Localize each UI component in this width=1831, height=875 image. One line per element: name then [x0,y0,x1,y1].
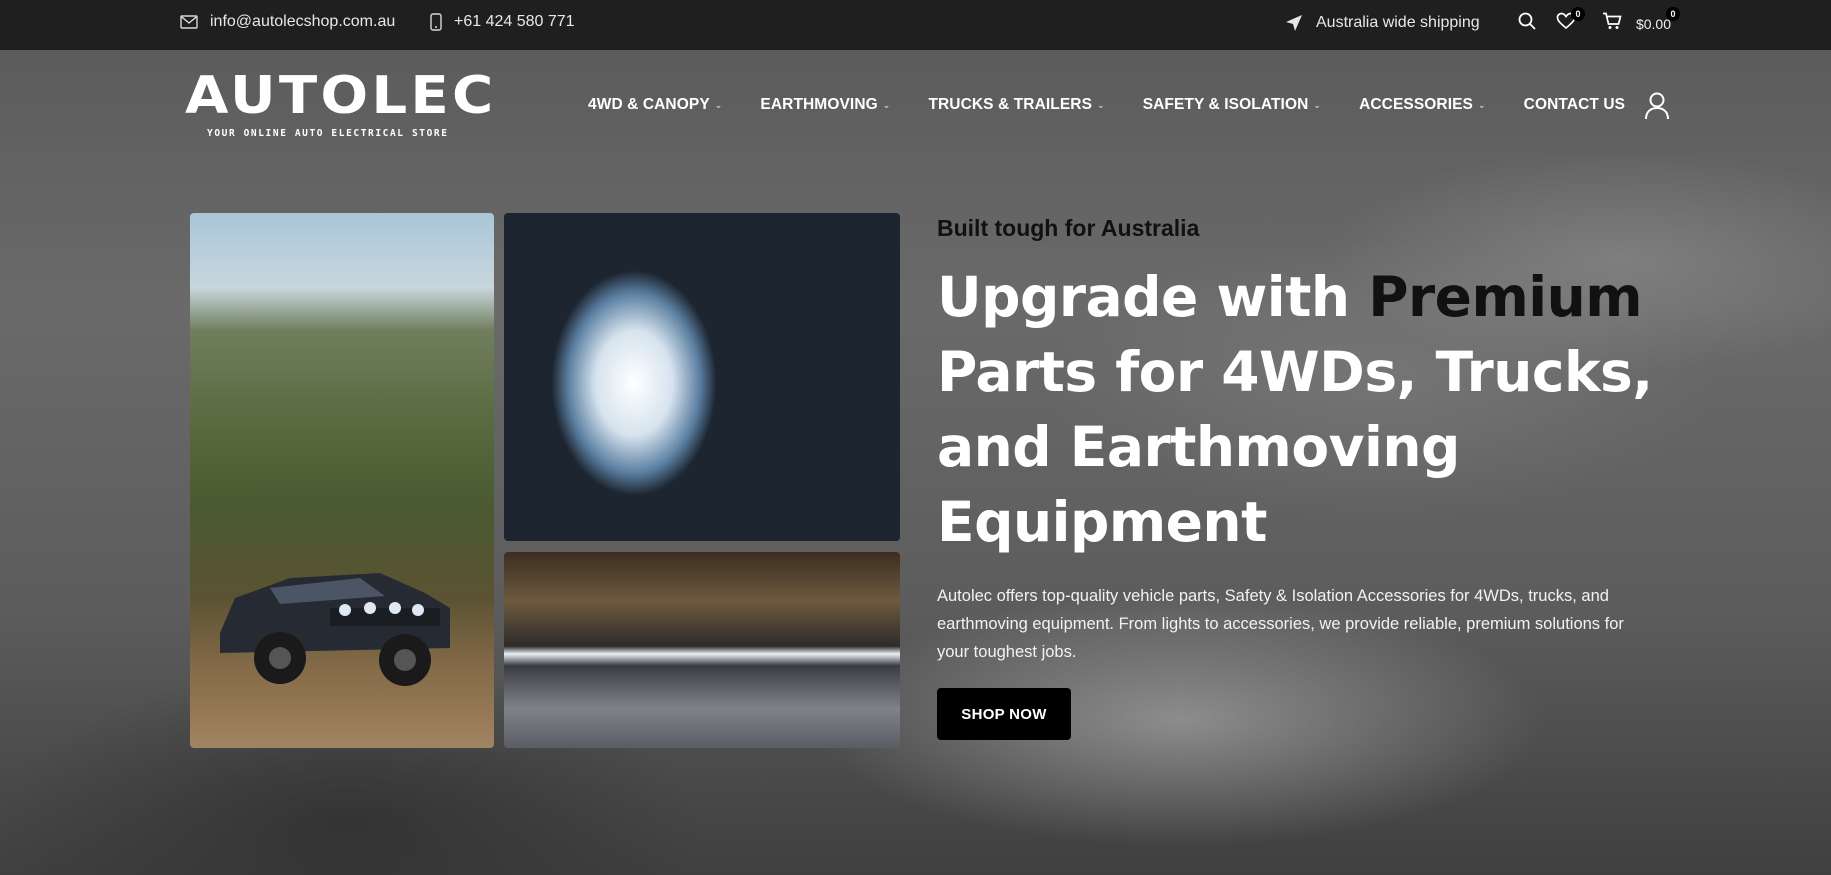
cart-icon [1602,12,1622,35]
shop-now-button[interactable]: SHOP NOW [937,688,1071,740]
hero-headline: Upgrade with Premium Parts for 4WDs, Truc… [937,260,1657,560]
chevron-down-icon: ⌄ [1313,99,1322,110]
location-arrow-icon [1284,13,1304,33]
cart-count-badge: 0 [1666,7,1680,21]
main-nav: 4WD & CANOPY ⌄ EARTHMOVING ⌄ TRUCKS & TR… [588,96,1625,114]
headline-part: Parts for 4WDs, Trucks, and Earthmoving … [937,340,1653,554]
hero-text-block: Built tough for Australia Upgrade with P… [937,215,1657,666]
top-bar: info@autolecshop.com.au +61 424 580 771 … [0,0,1831,50]
nav-item-4wd-canopy[interactable]: 4WD & CANOPY ⌄ [588,96,722,114]
nav-item-label: ACCESSORIES [1359,96,1473,113]
search-icon [1518,12,1536,35]
hero-image-led-light [504,213,900,541]
nav-item-trucks-trailers[interactable]: TRUCKS & TRAILERS ⌄ [928,96,1104,114]
nav-item-safety-isolation[interactable]: SAFETY & ISOLATION ⌄ [1143,96,1321,114]
phone-icon [430,13,442,31]
headline-part: Upgrade with [937,265,1369,329]
nav-item-label: TRUCKS & TRAILERS [928,96,1093,113]
nav-item-label: EARTHMOVING [760,96,878,113]
nav-item-label: 4WD & CANOPY [588,96,710,113]
logo-wordmark: AUTOLEC [185,66,497,126]
user-icon [1644,92,1670,124]
wishlist-count-badge: 0 [1570,7,1585,21]
nav-item-label: SAFETY & ISOLATION [1142,96,1309,113]
shipping-info: Australia wide shipping [1284,13,1480,33]
cart-button[interactable]: 0 $0.00 [1602,7,1680,35]
hero-description: Autolec offers top-quality vehicle parts… [937,587,1624,661]
chevron-down-icon: ⌄ [1097,99,1105,110]
contact-email-text: info@autolecshop.com.au [210,13,396,30]
headline-accent: Premium [1368,265,1643,329]
truck-illustration [220,573,450,686]
search-button[interactable] [1518,12,1536,35]
cart-total: $0.00 [1635,15,1671,32]
account-button[interactable] [1644,92,1670,125]
wishlist-button[interactable]: 0 [1556,7,1585,35]
nav-item-accessories[interactable]: ACCESSORIES ⌄ [1359,96,1486,114]
site-logo[interactable]: AUTOLEC YOUR ONLINE AUTO ELECTRICAL STOR… [185,70,493,139]
contact-email-link[interactable]: info@autolecshop.com.au [180,13,395,31]
contact-phone-text: +61 424 580 771 [454,13,575,30]
nav-item-label: CONTACT US [1523,96,1626,113]
shipping-text: Australia wide shipping [1316,14,1480,31]
main-header: AUTOLEC YOUR ONLINE AUTO ELECTRICAL STOR… [0,50,1831,160]
nav-item-contact-us[interactable]: CONTACT US [1524,96,1625,114]
chevron-down-icon: ⌄ [882,99,891,110]
contact-phone-link[interactable]: +61 424 580 771 [430,13,575,31]
header-actions: 0 0 $0.00 [1518,7,1680,35]
chevron-down-icon: ⌄ [1478,99,1486,110]
chevron-down-icon: ⌄ [714,99,723,110]
logo-tagline: YOUR ONLINE AUTO ELECTRICAL STORE [207,128,449,139]
hero-image-4wd-offroad [190,213,494,748]
hero-eyebrow: Built tough for Australia [937,215,1200,241]
envelope-icon [180,15,198,29]
nav-item-earthmoving[interactable]: EARTHMOVING ⌄ [760,96,890,114]
hero-image-light-bar [504,552,900,748]
